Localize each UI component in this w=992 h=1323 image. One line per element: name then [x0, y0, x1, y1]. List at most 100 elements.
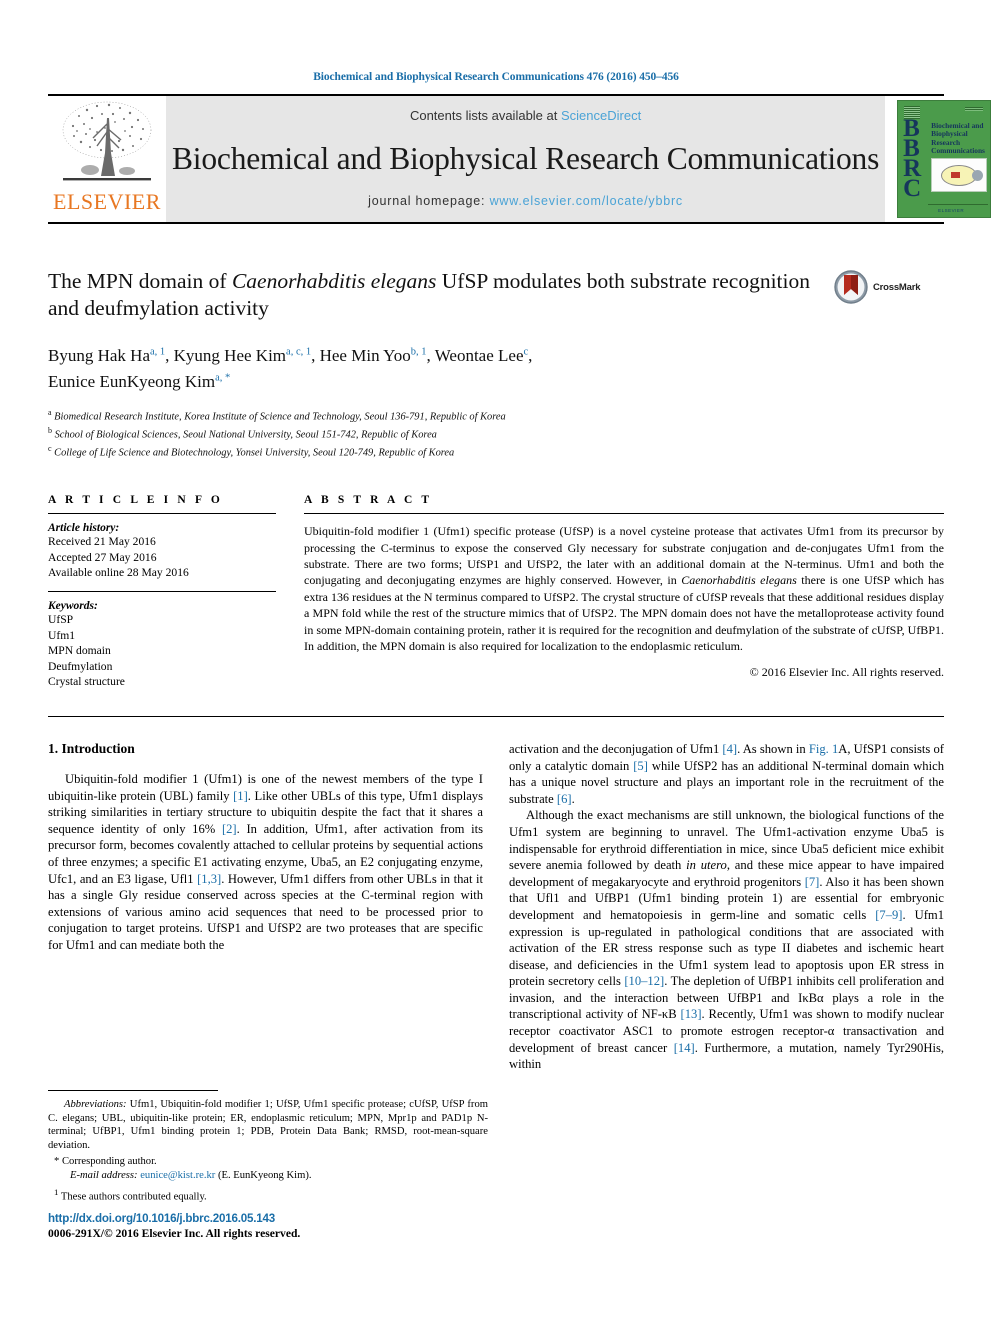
footnote-corresponding: * Corresponding author. — [48, 1155, 488, 1169]
citation-ref[interactable]: [14] — [674, 1041, 695, 1055]
keyword-item: MPN domain — [48, 644, 111, 658]
running-head: Biochemical and Biophysical Research Com… — [313, 71, 679, 83]
affiliation-text: College of Life Science and Biotechnolog… — [54, 447, 455, 459]
email-label: E-mail address: — [70, 1169, 138, 1181]
citation-ref[interactable]: [7] — [805, 875, 820, 889]
contents-prefix: Contents lists available at — [409, 108, 561, 123]
journal-title: Biochemical and Biophysical Research Com… — [172, 140, 880, 176]
abstract-column: A B S T R A C T Ubiquitin-fold modifier … — [304, 494, 944, 690]
affiliation-item: a Biomedical Research Institute, Korea I… — [48, 406, 944, 424]
citation-ref[interactable]: [1] — [233, 789, 248, 803]
author-item: Byung Hak Haa, 1, — [48, 346, 174, 365]
issn-copyright-line: 0006-291X/© 2016 Elsevier Inc. All right… — [48, 1227, 301, 1240]
body-column-left: 1. Introduction Ubiquitin-fold modifier … — [48, 741, 483, 1073]
abstract-rule — [304, 513, 944, 515]
affiliation-item: b School of Biological Sciences, Seoul N… — [48, 424, 944, 442]
author-marks: a, 1 — [149, 346, 166, 357]
citation-ref[interactable]: [2] — [222, 822, 237, 836]
crossmark-label: CrossMark — [873, 281, 921, 293]
title-part1: The MPN domain of — [48, 269, 232, 293]
crossmark-badge[interactable]: CrossMark — [834, 270, 944, 304]
cover-red-marker — [951, 172, 961, 178]
equal-text: These authors contributed equally. — [60, 1191, 207, 1203]
citation-ref[interactable]: [7–9] — [875, 908, 902, 922]
homepage-prefix: journal homepage: — [368, 194, 490, 208]
citation-ref[interactable]: [1,3] — [197, 872, 221, 886]
cover-sphere-shape — [972, 170, 984, 181]
keyword-item: Crystal structure — [48, 675, 125, 689]
citation-ref[interactable]: [10–12] — [624, 974, 664, 988]
title-row: The MPN domain of Caenorhabditis elegans… — [48, 268, 944, 322]
body-paragraph: Ubiquitin-fold modifier 1 (Ufm1) is one … — [48, 771, 484, 952]
affiliation-text: School of Biological Sciences, Seoul Nat… — [54, 429, 437, 441]
author-sep: , — [165, 345, 174, 365]
figure-ref[interactable]: Fig. 1 — [809, 742, 838, 756]
abstract-copyright: © 2016 Elsevier Inc. All rights reserved… — [749, 665, 944, 680]
affiliation-text: Biomedical Research Institute, Korea Ins… — [54, 411, 506, 423]
citation-ref[interactable]: [4] — [722, 742, 737, 756]
author-item: Weontae Leec, — [435, 346, 533, 365]
corresponding-text: Corresponding author. — [61, 1156, 157, 1168]
author-list: Byung Hak Haa, 1, Kyung Hee Kima, c, 1, … — [48, 340, 944, 393]
cover-title: Biochemical and Biophysical Research Com… — [931, 121, 985, 156]
paper-page: Biochemical and Biophysical Research Com… — [0, 0, 992, 1323]
keywords-label: Keywords: — [48, 600, 98, 612]
email-link[interactable]: eunice@kist.re.kr — [140, 1170, 215, 1181]
article-history-label: Article history: — [48, 522, 120, 535]
page-title: The MPN domain of Caenorhabditis elegans… — [48, 268, 820, 322]
journal-homepage-link[interactable]: www.elsevier.com/locate/ybbrc — [490, 194, 683, 208]
citation-ref[interactable]: [5] — [633, 759, 648, 773]
elsevier-tree-icon — [62, 101, 152, 181]
article-info-column: A R T I C L E I N F O Article history: R… — [48, 494, 304, 690]
body-paragraph: activation and the deconjugation of Ufm1… — [509, 741, 944, 806]
masthead-center: Contents lists available at ScienceDirec… — [166, 96, 886, 222]
author-sep: , — [311, 345, 320, 365]
author-item: Eunice EunKyeong Kima, * — [48, 372, 230, 391]
cover-stripe-icon — [965, 107, 984, 111]
footnote-abbreviations: Abbreviations: Ufm1, Ubiquitin-fold modi… — [48, 1098, 488, 1152]
equal-mark: 1 — [54, 1186, 59, 1197]
sciencedirect-link[interactable]: ScienceDirect — [561, 108, 641, 123]
doi-link[interactable]: http://dx.doi.org/10.1016/j.bbrc.2016.05… — [48, 1212, 300, 1225]
author-name: Byung Hak Ha — [48, 345, 150, 365]
info-abstract-block: A R T I C L E I N F O Article history: R… — [48, 494, 944, 690]
affiliation-mark: a — [48, 408, 52, 418]
footnote-area: Abbreviations: Ufm1, Ubiquitin-fold modi… — [48, 1090, 488, 1204]
author-name: Weontae Lee — [434, 345, 524, 365]
footnote-equal-contribution: 1 These authors contributed equally. — [48, 1186, 488, 1204]
cover-rule — [928, 204, 989, 205]
section-title-introduction: 1. Introduction — [48, 740, 135, 756]
citation-ref[interactable]: [6] — [557, 792, 572, 806]
affiliation-mark: c — [48, 444, 52, 454]
elsevier-logo: ELSEVIER — [48, 96, 166, 222]
author-marks: b, 1 — [410, 346, 427, 357]
author-name: Hee Min Yoo — [319, 345, 411, 365]
footnote-email: E-mail address: eunice@kist.re.kr (E. Eu… — [48, 1169, 488, 1183]
journal-masthead: ELSEVIER Contents lists available at Sci… — [48, 96, 992, 222]
article-head: The MPN domain of Caenorhabditis elegans… — [48, 268, 944, 690]
article-info-heading: A R T I C L E I N F O — [48, 494, 223, 507]
title-column: The MPN domain of Caenorhabditis elegans… — [48, 268, 834, 322]
body-top-rule — [48, 715, 944, 717]
title-species: Caenorhabditis elegans — [231, 269, 437, 293]
article-history-item: Accepted 27 May 2016 — [48, 550, 157, 564]
corresponding-mark: * — [54, 1156, 60, 1168]
affiliation-mark: b — [48, 426, 52, 436]
footer-doi-block: http://dx.doi.org/10.1016/j.bbrc.2016.05… — [48, 1212, 300, 1240]
journal-homepage-line: journal homepage: www.elsevier.com/locat… — [368, 194, 683, 208]
author-item: Hee Min Yoob, 1, — [320, 346, 435, 365]
abstract-species: Caenorhabditis elegans — [681, 573, 797, 588]
author-name: Eunice EunKyeong Kim — [48, 372, 216, 392]
abstract-heading: A B S T R A C T — [304, 494, 433, 507]
author-marks: a, c, 1 — [286, 346, 312, 357]
keyword-item: UfSP — [48, 613, 74, 626]
abstract-text: Ubiquitin-fold modifier 1 (Ufm1) specifi… — [304, 523, 944, 654]
affiliation-list: a Biomedical Research Institute, Korea I… — [48, 406, 944, 460]
author-item: Kyung Hee Kima, c, 1, — [174, 346, 320, 365]
elsevier-wordmark: ELSEVIER — [53, 189, 161, 214]
article-history-item: Received 21 May 2016 — [48, 535, 156, 549]
cover-publisher: ELSEVIER — [938, 208, 965, 213]
contents-available-line: Contents lists available at ScienceDirec… — [410, 108, 641, 123]
footnote-rule — [48, 1090, 218, 1091]
citation-ref[interactable]: [13] — [681, 1007, 702, 1021]
